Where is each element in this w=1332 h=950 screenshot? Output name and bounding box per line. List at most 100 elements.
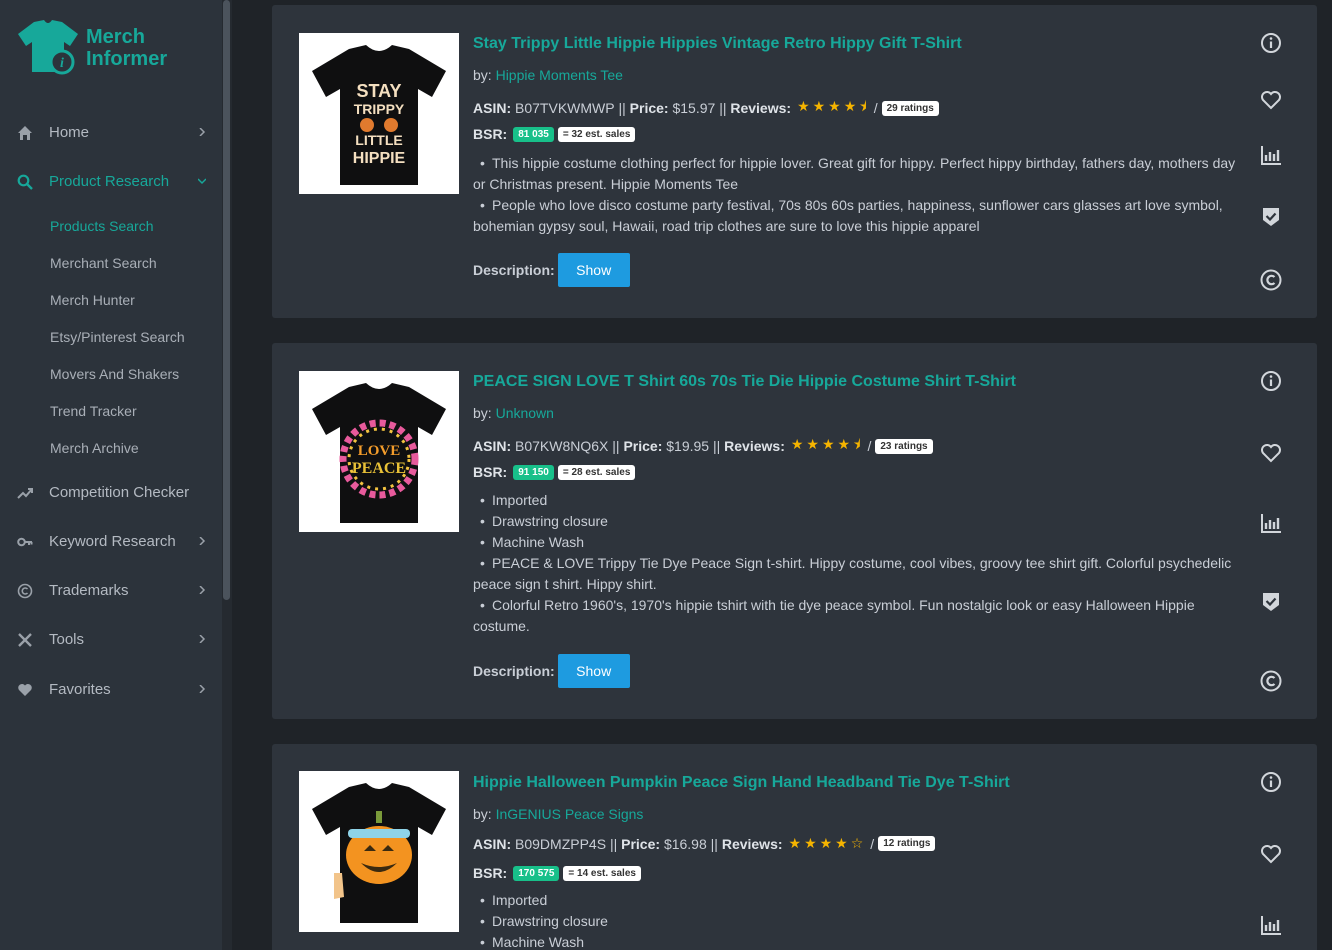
- copyright-icon[interactable]: [1258, 267, 1284, 293]
- product-title[interactable]: Stay Trippy Little Hippie Hippies Vintag…: [473, 35, 962, 53]
- bar-chart-icon[interactable]: [1258, 510, 1284, 536]
- design-text: STAY: [356, 81, 401, 101]
- sidebar-item-keyword-research[interactable]: Keyword Research: [0, 526, 222, 558]
- product-brand-row: by: InGENIUS Peace Signs: [473, 806, 643, 822]
- sidebar-item-trademarks[interactable]: Trademarks: [0, 575, 222, 607]
- shield-check-icon[interactable]: [1258, 204, 1284, 230]
- est-sales-badge: = 14 est. sales: [563, 865, 641, 881]
- sidebar-item-label: Favorites: [49, 681, 111, 698]
- product-title[interactable]: Hippie Halloween Pumpkin Peace Sign Hand…: [473, 774, 1010, 792]
- brand-link[interactable]: Hippie Moments Tee: [496, 67, 623, 83]
- asin-value[interactable]: B07TVKWMWP: [515, 100, 615, 116]
- product-image[interactable]: [299, 771, 459, 932]
- sidebar-subitem-merch-hunter[interactable]: Merch Hunter: [50, 292, 135, 308]
- sidebar-scrollbar-thumb[interactable]: [223, 0, 230, 600]
- reviews-label: Reviews:: [724, 438, 785, 454]
- star-rating: ★★★★⯨: [790, 436, 864, 452]
- separator: ||: [710, 835, 718, 852]
- sidebar-subitem-movers-and-shakers[interactable]: Movers And Shakers: [50, 366, 179, 382]
- est-sales-badge: = 32 est. sales: [557, 126, 636, 142]
- bullet-point: Machine Wash: [473, 532, 1243, 553]
- key-icon: [16, 533, 34, 551]
- sidebar-subitem-merchant-search[interactable]: Merchant Search: [50, 255, 157, 271]
- price-value: $16.98: [663, 835, 707, 852]
- bullet-point: Machine Wash: [473, 932, 1243, 950]
- product-meta-row: ASIN: B07TVKWMWP || Price: $15.97 || Rev…: [473, 96, 939, 120]
- reviews-label: Reviews:: [721, 835, 783, 852]
- ratings-count-badge: 12 ratings: [878, 836, 936, 851]
- description-row: Description: Show: [473, 654, 630, 688]
- sidebar-subitem-products-search[interactable]: Products Search: [50, 218, 154, 234]
- heart-icon: [16, 681, 34, 699]
- product-title[interactable]: PEACE SIGN LOVE T Shirt 60s 70s Tie Die …: [473, 373, 1016, 391]
- chevron-right-icon: [199, 685, 206, 693]
- sidebar-item-label: Competition Checker: [49, 484, 190, 501]
- brand-link[interactable]: Unknown: [496, 405, 554, 421]
- product-card: Hippie Halloween Pumpkin Peace Sign Hand…: [272, 744, 1317, 950]
- sidebar-item-product-research[interactable]: Product Research: [0, 166, 222, 198]
- shield-check-icon[interactable]: [1258, 589, 1284, 615]
- product-bullets: Imported Drawstring closure Machine Wash…: [473, 490, 1243, 637]
- favorite-heart-icon[interactable]: [1258, 841, 1284, 867]
- sidebar-item-label: Keyword Research: [49, 533, 176, 550]
- separator: ||: [712, 438, 721, 454]
- bar-chart-icon[interactable]: [1258, 142, 1284, 168]
- sidebar: i Merch Informer Home Product Research P…: [0, 0, 222, 950]
- sidebar-item-tools[interactable]: Tools: [0, 624, 222, 656]
- product-image[interactable]: STAY TRIPPY LITTLE HIPPIE: [299, 33, 459, 194]
- bullet-point: Colorful Retro 1960's, 1970's hippie tsh…: [473, 595, 1243, 637]
- description-label: Description:: [473, 663, 555, 679]
- by-label: by:: [473, 67, 492, 83]
- show-description-button[interactable]: Show: [557, 253, 630, 287]
- price-label: Price:: [623, 438, 663, 454]
- brand-link[interactable]: InGENIUS Peace Signs: [496, 806, 644, 822]
- ratings-count-badge: 23 ratings: [875, 438, 933, 454]
- sidebar-item-home[interactable]: Home: [0, 117, 222, 149]
- sidebar-subitem-trend-tracker[interactable]: Trend Tracker: [50, 403, 137, 419]
- sidebar-scrollbar[interactable]: [222, 0, 232, 950]
- bsr-badge: 81 035: [513, 126, 554, 142]
- product-brand-row: by: Hippie Moments Tee: [473, 67, 623, 83]
- show-description-button[interactable]: Show: [557, 654, 630, 688]
- favorite-heart-icon[interactable]: [1258, 87, 1284, 113]
- product-image[interactable]: LOVE PEACE: [299, 371, 459, 532]
- product-results: STAY TRIPPY LITTLE HIPPIE Stay Trippy Li…: [232, 0, 1332, 950]
- asin-label: ASIN:: [473, 438, 512, 454]
- sidebar-item-competition-checker[interactable]: Competition Checker: [0, 477, 222, 509]
- asin-value[interactable]: B09DMZPP4S: [515, 836, 606, 852]
- info-icon[interactable]: [1258, 368, 1284, 394]
- info-icon[interactable]: [1258, 769, 1284, 795]
- sidebar-item-label: Trademarks: [49, 582, 129, 599]
- sidebar-subitem-etsy-pinterest-search[interactable]: Etsy/Pinterest Search: [50, 329, 185, 345]
- bullet-point: This hippie costume clothing perfect for…: [473, 153, 1243, 195]
- bar-chart-icon[interactable]: [1258, 912, 1284, 938]
- product-meta-row: ASIN: B09DMZPP4S || Price: $16.98 || Rev…: [473, 835, 936, 852]
- asin-value[interactable]: B07KW8NQ6X: [515, 438, 608, 454]
- price-value: $15.97: [672, 100, 716, 116]
- copyright-icon[interactable]: [1258, 668, 1284, 694]
- bullet-point: Drawstring closure: [473, 911, 1243, 932]
- product-bullets: This hippie costume clothing perfect for…: [473, 153, 1243, 237]
- separator: ||: [612, 438, 620, 454]
- bullet-point: PEACE & LOVE Trippy Tie Dye Peace Sign t…: [473, 553, 1243, 595]
- separator: ||: [609, 835, 618, 852]
- sidebar-item-favorites[interactable]: Favorites: [0, 674, 222, 706]
- price-value: $19.95: [666, 438, 710, 454]
- bullet-point: Imported: [473, 890, 1243, 911]
- tools-icon: [16, 631, 34, 649]
- chevron-right-icon: [199, 537, 206, 545]
- logo-line-2: Informer: [86, 48, 168, 70]
- favorite-heart-icon[interactable]: [1258, 440, 1284, 466]
- merch-informer-logo[interactable]: i Merch Informer: [16, 18, 196, 78]
- asin-label: ASIN:: [473, 100, 512, 116]
- slash: /: [873, 100, 878, 116]
- description-row: Description: Show: [473, 253, 630, 287]
- sidebar-subitem-merch-archive[interactable]: Merch Archive: [50, 440, 139, 456]
- tshirt-image: [312, 782, 446, 923]
- product-bullets: Imported Drawstring closure Machine Wash: [473, 890, 1243, 950]
- star-rating: ★★★★☆: [788, 835, 867, 851]
- info-icon[interactable]: [1258, 30, 1284, 56]
- bsr-badge: 91 150: [513, 464, 554, 480]
- bsr-row: BSR: 91 150 = 28 est. sales: [473, 464, 636, 480]
- product-card: STAY TRIPPY LITTLE HIPPIE Stay Trippy Li…: [272, 5, 1317, 318]
